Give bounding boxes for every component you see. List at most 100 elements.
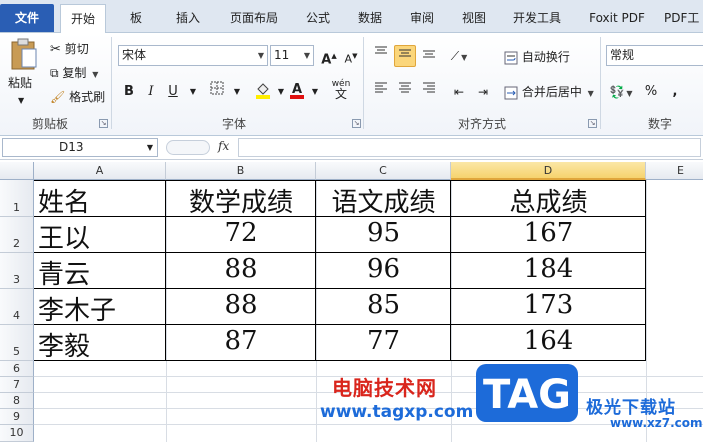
row-header-9[interactable]: 9: [0, 409, 34, 425]
font-color-icon: A: [290, 82, 304, 99]
cell-d3[interactable]: 184: [451, 254, 646, 284]
row-header-10[interactable]: 10: [0, 425, 34, 442]
cell-c1[interactable]: 语文成绩: [316, 182, 451, 219]
align-top-button[interactable]: [370, 45, 392, 67]
cell-d2[interactable]: 167: [451, 218, 646, 248]
align-left-button[interactable]: [370, 81, 392, 103]
cell-b4[interactable]: 88: [166, 290, 316, 320]
watermark-brand-url: www.tagxp.com: [320, 402, 474, 422]
tab-home[interactable]: 开始: [60, 4, 106, 34]
row-header-1[interactable]: 1: [0, 180, 34, 217]
insert-function-button[interactable]: fx: [218, 139, 229, 153]
phonetic-button[interactable]: wén 文: [326, 79, 356, 105]
align-center-button[interactable]: [394, 81, 416, 103]
clipboard-launcher-icon[interactable]: ↘: [99, 119, 108, 128]
paste-dropdown-icon[interactable]: ▼: [18, 91, 24, 111]
column-header-e[interactable]: E: [646, 162, 703, 180]
cell-d4[interactable]: 173: [451, 290, 646, 320]
cell-b1[interactable]: 数学成绩: [166, 182, 316, 219]
grow-font-button[interactable]: A▲: [318, 45, 340, 67]
cell-b5[interactable]: 87: [166, 326, 316, 356]
cell-c4[interactable]: 85: [316, 290, 451, 320]
formula-input[interactable]: [238, 138, 701, 157]
cell-b2[interactable]: 72: [166, 218, 316, 248]
tab-view[interactable]: 视图: [452, 4, 496, 32]
tab-page-layout[interactable]: 页面布局: [222, 4, 286, 32]
cell-a5[interactable]: 李毅: [38, 326, 164, 363]
merge-center-icon: [504, 86, 518, 99]
cell-b3[interactable]: 88: [166, 254, 316, 284]
alignment-group-label: 对齐方式: [457, 117, 506, 131]
cell-d1[interactable]: 总成绩: [451, 182, 646, 219]
format-painter-button[interactable]: 🖌 格式刷: [50, 87, 105, 107]
font-size-select[interactable]: 11 ▼: [270, 45, 314, 66]
cell-a3[interactable]: 青云: [38, 254, 164, 291]
orientation-button[interactable]: ⟋ ▼: [448, 45, 470, 67]
column-header-d[interactable]: D: [451, 162, 646, 180]
font-group-label: 字体: [221, 117, 246, 131]
text-orientation-icon: ⟋: [450, 49, 460, 63]
borders-button[interactable]: [206, 81, 228, 103]
chevron-down-icon: ▼: [303, 51, 310, 60]
tab-formulas[interactable]: 公式: [296, 4, 340, 32]
number-format-select[interactable]: 常规: [606, 45, 703, 66]
column-header-c[interactable]: C: [316, 162, 451, 180]
gridline: [34, 424, 703, 425]
alignment-launcher-icon[interactable]: ↘: [588, 119, 597, 128]
cell-a2[interactable]: 王以: [38, 218, 164, 255]
percent-button[interactable]: %: [640, 81, 662, 103]
accounting-format-button[interactable]: 💱 ▼: [608, 81, 634, 103]
cell-a4[interactable]: 李木子: [38, 290, 164, 327]
merge-center-button[interactable]: 合并后居中 ▼: [504, 82, 594, 102]
tab-data[interactable]: 数据: [348, 4, 392, 32]
row-header-4[interactable]: 4: [0, 289, 34, 325]
tab-foxit-pdf[interactable]: Foxit PDF: [582, 4, 652, 32]
comma-style-button[interactable]: ,: [664, 81, 686, 103]
copy-dropdown-icon[interactable]: ▼: [92, 70, 98, 79]
font-color-dropdown-icon[interactable]: ▼: [304, 81, 326, 103]
font-launcher-icon[interactable]: ↘: [352, 119, 361, 128]
row-header-2[interactable]: 2: [0, 217, 34, 253]
row-header-7[interactable]: 7: [0, 377, 34, 393]
name-box[interactable]: D13 ▼: [2, 138, 158, 157]
align-middle-icon: [399, 49, 411, 57]
tab-file[interactable]: 文件: [0, 4, 54, 32]
cell-c5[interactable]: 77: [316, 326, 451, 356]
tab-insert[interactable]: 插入: [166, 4, 210, 32]
column-header-a[interactable]: A: [34, 162, 166, 180]
row-header-5[interactable]: 5: [0, 325, 34, 361]
increase-indent-button[interactable]: ⇥: [472, 81, 494, 103]
align-right-button[interactable]: [418, 81, 440, 103]
bold-button[interactable]: B: [118, 81, 140, 103]
cell-c3[interactable]: 96: [316, 254, 451, 284]
select-all-button[interactable]: [0, 162, 34, 180]
row-header-3[interactable]: 3: [0, 253, 34, 289]
currency-icon: 💱: [609, 85, 625, 99]
align-bottom-button[interactable]: [418, 45, 440, 67]
copy-button[interactable]: ⧉ 复制 ▼: [50, 63, 98, 83]
formula-bar-splitter[interactable]: [166, 140, 210, 155]
font-family-select[interactable]: 宋体 ▼: [118, 45, 268, 66]
cut-button[interactable]: ✂ 剪切: [50, 39, 89, 59]
borders-dropdown-icon[interactable]: ▼: [226, 81, 248, 103]
underline-button[interactable]: U: [162, 81, 184, 103]
row-header-6[interactable]: 6: [0, 361, 34, 377]
cell-d5[interactable]: 164: [451, 326, 646, 356]
column-header-b[interactable]: B: [166, 162, 316, 180]
paste-icon: [11, 38, 37, 70]
shrink-font-button[interactable]: A▼: [340, 45, 362, 67]
cell-a1[interactable]: 姓名: [38, 182, 164, 219]
ribbon: 粘贴 ▼ ✂ 剪切 ⧉ 复制 ▼ 🖌 格式刷 剪贴板 ↘ 宋体 ▼ 11 ▼ A…: [0, 33, 703, 136]
chevron-down-icon: ▼: [461, 53, 468, 62]
tab-pdf-tools[interactable]: PDF工: [664, 4, 703, 32]
decrease-indent-button[interactable]: ⇤: [448, 81, 470, 103]
cell-c2[interactable]: 95: [316, 218, 451, 248]
wrap-text-button[interactable]: 自动换行: [504, 47, 570, 67]
tab-board[interactable]: 板: [114, 4, 158, 32]
align-middle-button[interactable]: [394, 45, 416, 67]
italic-button[interactable]: I: [140, 81, 162, 103]
row-header-8[interactable]: 8: [0, 393, 34, 409]
underline-dropdown-icon[interactable]: ▼: [182, 81, 204, 103]
tab-review[interactable]: 审阅: [400, 4, 444, 32]
tab-developer[interactable]: 开发工具: [504, 4, 570, 32]
